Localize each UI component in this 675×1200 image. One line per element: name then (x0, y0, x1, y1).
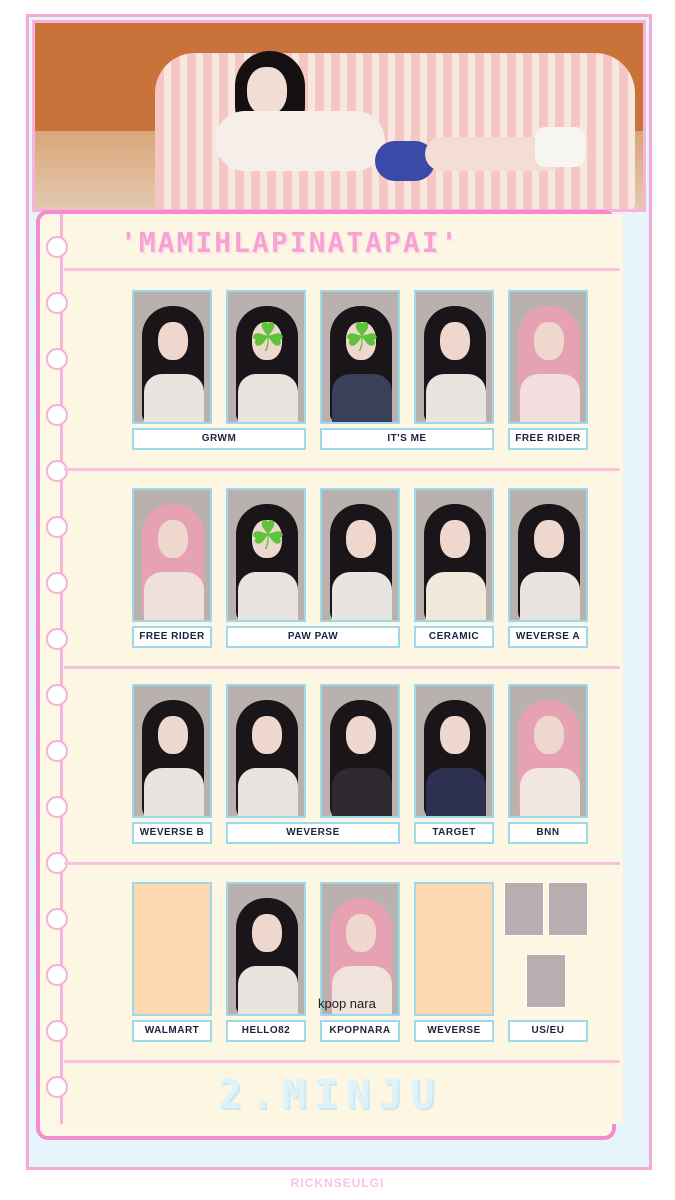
binder-hole (46, 348, 68, 370)
photocard[interactable] (508, 290, 588, 424)
empty-photocard[interactable] (414, 882, 494, 1016)
clover-icon: ☘ (250, 513, 286, 559)
card-label: IT'S ME (320, 428, 494, 450)
photocard[interactable] (320, 488, 400, 622)
card-label: US/EU (508, 1020, 588, 1042)
card-label: FREE RIDER (132, 626, 212, 648)
empty-photocard[interactable] (132, 882, 212, 1016)
photocard-row: ☘ FREE RIDER PAW PAW CERAMIC WEVERSE A (132, 488, 602, 656)
photocard[interactable] (132, 684, 212, 818)
photocard[interactable] (414, 290, 494, 424)
hero-photo (32, 20, 646, 212)
binder-hole (46, 796, 68, 818)
photocard[interactable]: ☘ (320, 290, 400, 424)
photocard[interactable] (132, 290, 212, 424)
card-label: WEVERSE A (508, 626, 588, 648)
binder-hole (46, 516, 68, 538)
binder-hole (46, 460, 68, 482)
divider (64, 666, 620, 669)
card-label: HELLO82 (226, 1020, 306, 1042)
mini-photocards (504, 882, 594, 1016)
binder-hole (46, 292, 68, 314)
card-label: BNN (508, 822, 588, 844)
watermark-text: kpop nara (318, 996, 376, 1011)
photocard[interactable] (508, 684, 588, 818)
binder-hole (46, 964, 68, 986)
photocard[interactable]: ☘ (226, 290, 306, 424)
binder-hole (46, 1020, 68, 1042)
card-label: WEVERSE (226, 822, 400, 844)
clover-icon: ☘ (344, 315, 380, 361)
card-label: WEVERSE (414, 1020, 494, 1042)
model-photo (185, 51, 585, 191)
photocard[interactable] (226, 684, 306, 818)
binder-hole (46, 572, 68, 594)
page-title: 'MAMIHLAPINATAPAI' (120, 226, 460, 259)
credit-text: RICKNSEULGI (290, 1176, 385, 1190)
binder-hole (46, 740, 68, 762)
photocard[interactable]: ☘ (226, 488, 306, 622)
divider (64, 862, 620, 865)
binder-hole (46, 236, 68, 258)
binder-hole (46, 628, 68, 650)
photocard[interactable] (414, 684, 494, 818)
card-label: FREE RIDER (508, 428, 588, 450)
binder-hole (46, 404, 68, 426)
photocard[interactable] (226, 882, 306, 1016)
card-label: CERAMIC (414, 626, 494, 648)
photocard[interactable] (132, 488, 212, 622)
binder-hole (46, 684, 68, 706)
photocard-row: WEVERSE B WEVERSE TARGET BNN (132, 684, 602, 852)
clover-icon: ☘ (250, 315, 286, 361)
binder-hole (46, 908, 68, 930)
card-label: PAW PAW (226, 626, 400, 648)
card-label: GRWM (132, 428, 306, 450)
divider (64, 468, 620, 471)
photocard[interactable] (508, 488, 588, 622)
card-label: WALMART (132, 1020, 212, 1042)
card-label: TARGET (414, 822, 494, 844)
photocard[interactable] (320, 684, 400, 818)
binder-hole (46, 1076, 68, 1098)
divider (64, 268, 620, 271)
photocard-row: ☘ ☘ GRWM IT'S ME FREE RIDER (132, 290, 602, 458)
photocard[interactable] (414, 488, 494, 622)
card-label: WEVERSE B (132, 822, 212, 844)
